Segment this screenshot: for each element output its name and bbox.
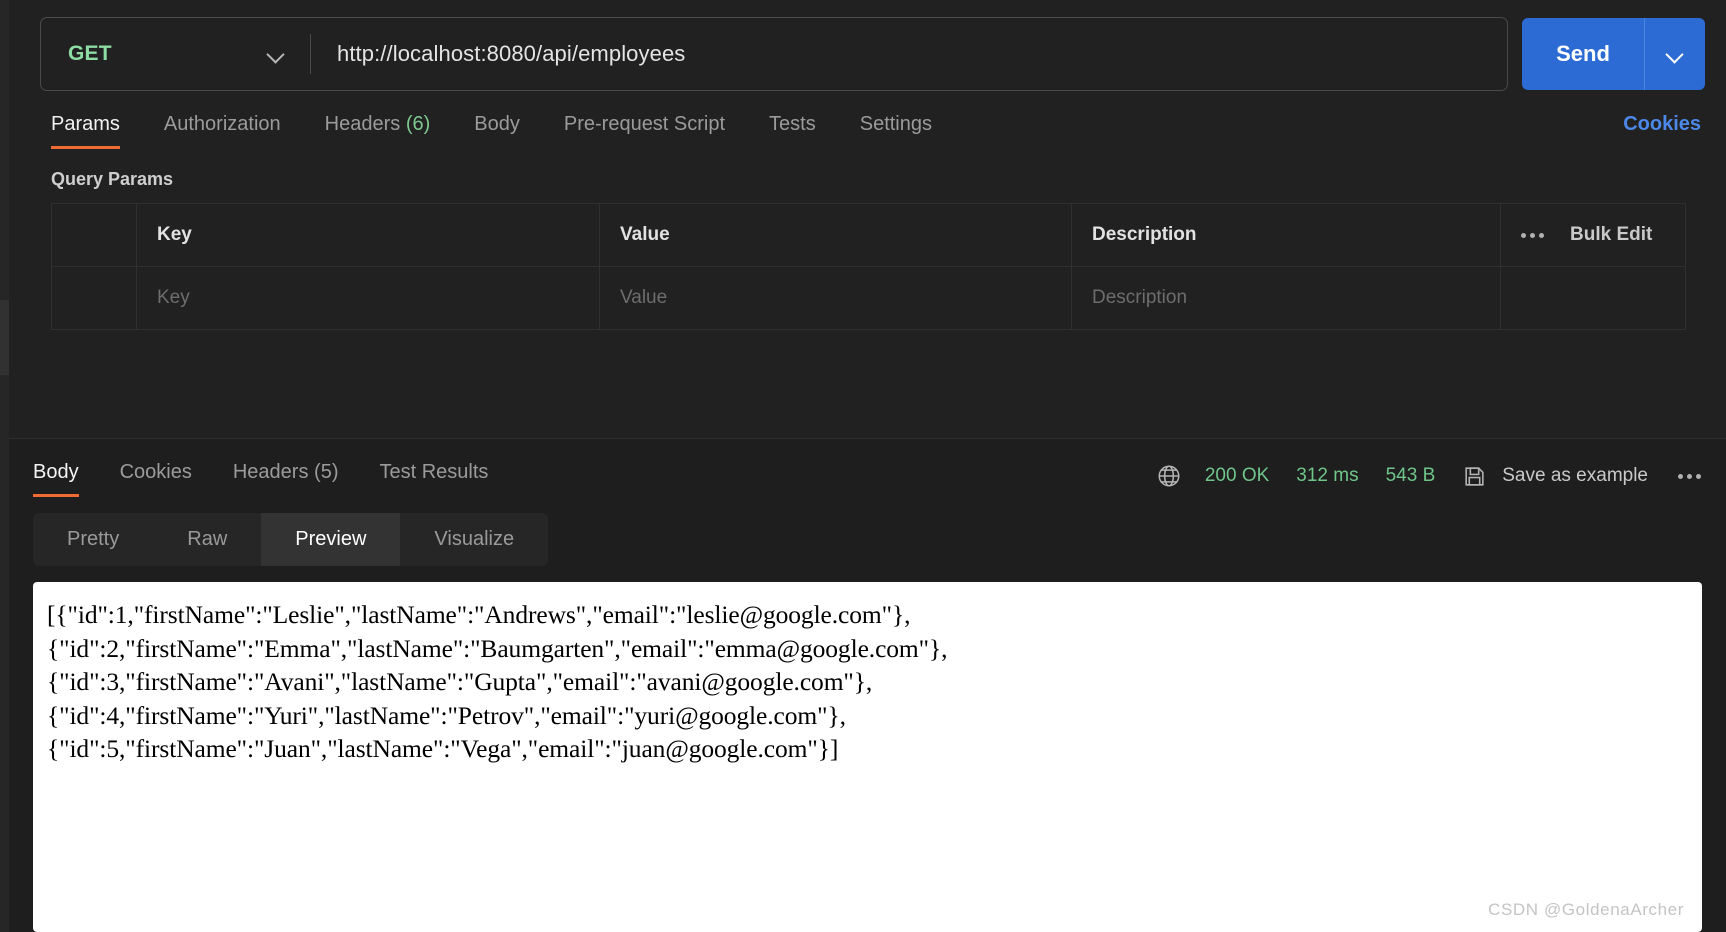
response-body-text: [{"id":1,"firstName":"Leslie","lastName"… [47,600,948,763]
chevron-down-icon [1667,46,1684,63]
url-input[interactable]: http://localhost:8080/api/employees [311,18,1507,90]
tab-tests-label: Tests [769,113,816,135]
http-method-dropdown[interactable]: GET [41,18,310,90]
floppy-disk-save-icon[interactable] [1462,464,1487,489]
header-value: Value [600,204,1072,266]
tab-authorization[interactable]: Authorization [164,113,281,149]
header-description: Description [1072,204,1501,266]
chevron-down-icon [268,46,285,63]
response-body-preview-panel: [{"id":1,"firstName":"Leslie","lastName"… [33,582,1702,932]
response-tabstrip: Body Cookies Headers (5) Test Results [33,461,529,497]
tab-settings[interactable]: Settings [860,113,932,149]
table-header-row: Key Value Description Bulk Edit [52,204,1685,267]
response-tab-body[interactable]: Body [33,461,79,497]
response-size: 543 B [1385,465,1436,486]
tab-headers[interactable]: Headers (6) [325,113,431,149]
view-mode-segmented-control: Pretty Raw Preview Visualize [33,513,549,566]
tab-settings-label: Settings [859,113,932,135]
response-status-cluster: 200 OK 312 ms 543 B Save as example [1156,461,1701,489]
cookies-link[interactable]: Cookies [1623,113,1701,136]
status-code: 200 OK [1204,465,1270,486]
row-actions-cell [1501,267,1685,329]
response-time: 312 ms [1296,465,1359,486]
tab-pre-request-script[interactable]: Pre-request Script [564,113,725,149]
header-checkbox-cell [52,204,137,266]
sidebar-active-indicator [0,300,9,375]
response-tab-cookies-label: Cookies [119,461,192,483]
save-as-example-button[interactable]: Save as example [1502,465,1648,487]
request-pane-spacer [9,330,1726,438]
response-pane: Body Cookies Headers (5) Test Results 20… [9,438,1726,932]
tab-body[interactable]: Body [474,113,520,149]
response-tab-headers-count: (5) [314,461,339,483]
bulk-edit-label[interactable]: Bulk Edit [1570,224,1652,246]
query-params-table: Key Value Description Bulk Edit Key Valu… [51,203,1686,330]
bulk-edit-cell[interactable]: Bulk Edit [1501,204,1685,266]
http-method-label: GET [68,42,112,65]
send-button[interactable]: Send [1522,18,1644,90]
view-mode-preview[interactable]: Preview [261,513,401,566]
tab-headers-label: Headers [324,113,401,135]
url-bar: GET http://localhost:8080/api/employees [40,17,1508,91]
view-mode-raw[interactable]: Raw [153,513,261,566]
postman-main-shell: GET http://localhost:8080/api/employees … [9,0,1726,932]
request-tabstrip: Params Authorization Headers (6) Body Pr… [51,113,932,149]
response-tab-cookies[interactable]: Cookies [120,461,192,497]
tab-pre-request-script-label: Pre-request Script [563,113,726,135]
table-row: Key Value Description [52,267,1685,330]
three-dots-icon[interactable] [1521,232,1544,238]
tab-headers-count: (6) [405,113,431,135]
view-mode-row: Pretty Raw Preview Visualize [9,497,1726,566]
row-key-input[interactable]: Key [137,267,600,329]
response-tab-headers[interactable]: Headers (5) [233,461,339,497]
view-mode-pretty[interactable]: Pretty [33,513,153,566]
row-description-input[interactable]: Description [1072,267,1501,329]
tab-params[interactable]: Params [51,113,120,149]
request-tabs-row: Params Authorization Headers (6) Body Pr… [9,91,1726,149]
view-mode-visualize[interactable]: Visualize [400,513,548,566]
row-value-input[interactable]: Value [600,267,1072,329]
globe-icon [1156,463,1182,489]
response-tabs-row: Body Cookies Headers (5) Test Results 20… [9,439,1726,497]
tab-body-label: Body [474,113,520,135]
header-key: Key [137,204,600,266]
query-params-title: Query Params [51,169,174,189]
three-dots-icon[interactable] [1678,473,1701,479]
send-button-group: Send [1522,18,1705,90]
send-options-dropdown-button[interactable] [1645,18,1705,90]
tab-params-label: Params [51,113,120,135]
tab-authorization-label: Authorization [163,113,281,135]
request-url-row: GET http://localhost:8080/api/employees … [9,0,1726,91]
request-pane: GET http://localhost:8080/api/employees … [9,0,1726,438]
row-checkbox-cell[interactable] [52,267,137,329]
response-tab-body-label: Body [33,461,79,483]
response-tab-test-results[interactable]: Test Results [379,461,488,497]
response-tab-headers-label: Headers [232,461,309,483]
watermark: CSDN @GoldenaArcher [1488,900,1684,919]
tab-tests[interactable]: Tests [769,113,816,149]
response-tab-test-results-label: Test Results [379,461,489,483]
